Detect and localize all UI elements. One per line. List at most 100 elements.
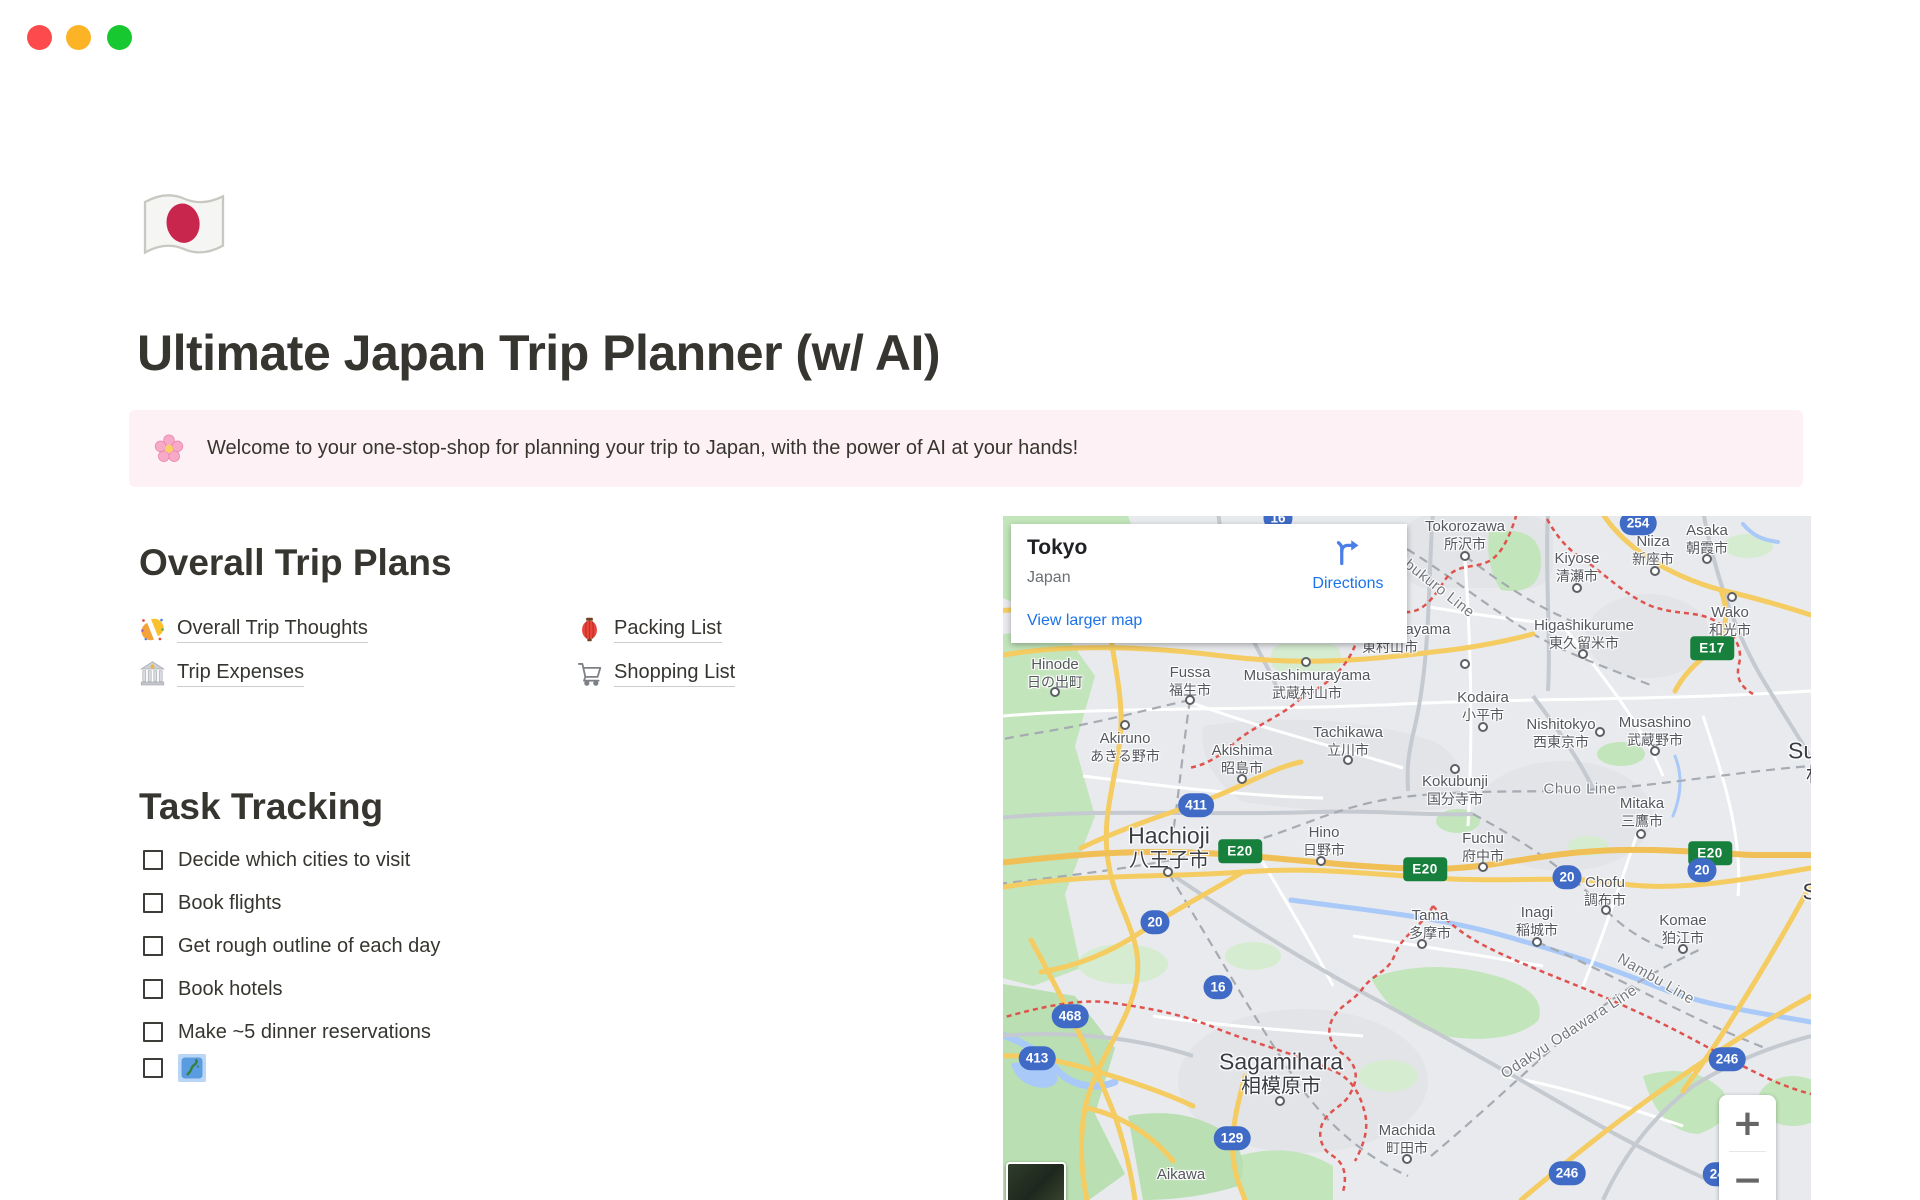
route-badge-413: 413	[1018, 1046, 1056, 1070]
todo-checkbox[interactable]	[143, 1058, 163, 1078]
map-label-fuchu: Fuchu 府中市	[1462, 830, 1504, 864]
map-rail-label-chuo-line: Chuo Line	[1543, 780, 1617, 798]
todo-label: Make ~5 dinner reservations	[178, 1020, 431, 1043]
map-label-mitaka: Mitaka 三鷹市	[1620, 795, 1664, 829]
map-place-dot	[1460, 551, 1470, 561]
map-place-dot	[1636, 829, 1646, 839]
map-place-dot	[1301, 657, 1311, 667]
map-place-dot	[1163, 867, 1173, 877]
route-badge-129: 129	[1213, 1126, 1251, 1150]
zoom-window-button[interactable]	[107, 25, 132, 50]
map-rail-label-odakyu-odawara-line: Odakyu Odawara Line	[1497, 981, 1641, 1083]
todo-label: Get rough outline of each day	[178, 934, 441, 957]
todo-checkbox[interactable]	[143, 1022, 163, 1042]
map-place-dot	[1601, 905, 1611, 915]
link-label: Shopping List	[614, 660, 736, 687]
trip-plan-links: Overall Trip Thoughts Packing List Trip …	[139, 612, 1013, 690]
todo-item: Decide which cities to visit	[139, 845, 440, 875]
todo-label: Decide which cities to visit	[178, 848, 411, 871]
route-badge-468: 468	[1051, 1004, 1089, 1028]
map-label-jp: 西東京市	[1532, 733, 1589, 750]
confetti-ball-emoji	[139, 616, 166, 643]
cherry-blossom-emoji	[153, 433, 185, 465]
link-label: Packing List	[614, 616, 722, 643]
map-label-en: Asaka	[1686, 521, 1728, 539]
map-label-en: Setagaya	[1802, 878, 1811, 905]
link-label: Overall Trip Thoughts	[177, 616, 368, 643]
map-label-musashimurayama: Musashimurayama 武蔵村山市	[1244, 667, 1371, 701]
map-label-asaka: Asaka 朝霞市	[1686, 522, 1728, 556]
map-place-dot	[1343, 755, 1353, 765]
map-place-dot	[1478, 862, 1488, 872]
todo-item: Book flights	[139, 888, 440, 918]
bank-emoji	[139, 660, 166, 687]
link-packing-list[interactable]: Packing List	[576, 612, 1013, 646]
zoom-in-button[interactable]: +	[1719, 1095, 1776, 1151]
map-label-en: Komae	[1659, 911, 1707, 929]
zoom-out-button[interactable]: −	[1719, 1152, 1776, 1200]
route-badge-254: 254	[1619, 516, 1657, 535]
japan-flag-emoji[interactable]	[137, 186, 231, 264]
map-label-sagamihara: Sagamihara 相模原市	[1219, 1049, 1343, 1100]
todo-item: Get rough outline of each day	[139, 931, 440, 961]
todo-list: Decide which cities to visit Book flight…	[139, 845, 440, 1096]
route-badge-e20: E20	[1218, 839, 1262, 863]
map-label-komae: Komae 狛江市	[1659, 912, 1707, 946]
route-badge-20: 20	[1687, 858, 1717, 882]
map-label-en: Hino	[1308, 823, 1340, 841]
map-place-dot	[1050, 687, 1060, 697]
link-overall-trip-thoughts[interactable]: Overall Trip Thoughts	[139, 612, 576, 646]
map-label-en: Sagamihara	[1218, 1048, 1344, 1075]
route-badge-e17: E17	[1690, 636, 1734, 660]
view-larger-map-link[interactable]: View larger map	[1027, 612, 1142, 630]
directions-button[interactable]: Directions	[1303, 536, 1393, 593]
todo-item	[139, 1053, 440, 1083]
link-shopping-list[interactable]: Shopping List	[576, 656, 1013, 690]
map-place-dot	[1478, 722, 1488, 732]
todo-checkbox[interactable]	[143, 893, 163, 913]
map-label-jp: 稲城市	[1516, 921, 1558, 938]
map-label-en: Tachikawa	[1312, 723, 1384, 741]
map-label-jp: 三鷹市	[1621, 812, 1663, 829]
map-place-dot	[1595, 727, 1605, 737]
map-place-dot	[1460, 659, 1470, 669]
map-label-en: Hachioji	[1128, 822, 1210, 849]
map-place-dot	[1402, 1154, 1412, 1164]
map-place-dot	[1578, 649, 1588, 659]
map-label-chofu: Chofu 調布市	[1584, 874, 1626, 908]
map-label-higashikurume: Higashikurume 東久留米市	[1534, 617, 1634, 651]
map-label-fussa: Fussa 福生市	[1169, 664, 1211, 698]
todo-checkbox[interactable]	[143, 936, 163, 956]
map-label-en: Chofu	[1584, 873, 1626, 891]
map-label-en: Aikawa	[1156, 1166, 1206, 1184]
map-label-setagaya: Setagaya世田谷区	[1802, 879, 1811, 930]
map-label-en: Nishitokyo	[1526, 715, 1596, 733]
satellite-view-toggle[interactable]	[1006, 1162, 1066, 1200]
todo-checkbox[interactable]	[143, 850, 163, 870]
map-place-dot	[1316, 856, 1326, 866]
map-label-musashino: Musashino 武蔵野市	[1619, 714, 1692, 748]
google-map-embed[interactable]: Tokorozawa 所沢市 Kiyose 清瀬市 Niiza 新座市 Asaka 朝霞市 Wa…	[1003, 516, 1811, 1200]
link-trip-expenses[interactable]: Trip Expenses	[139, 656, 576, 690]
route-badge-e20: E20	[1403, 857, 1447, 881]
todo-item: Book hotels	[139, 974, 440, 1004]
map-label-jp: 杉並区	[1788, 765, 1811, 789]
minimize-button[interactable]	[66, 25, 91, 50]
map-label-tama: Tama 多摩市	[1409, 907, 1451, 941]
close-button[interactable]	[27, 25, 52, 50]
todo-checkbox[interactable]	[143, 979, 163, 999]
route-badge-20: 20	[1552, 865, 1582, 889]
map-place-dot	[1450, 764, 1460, 774]
map-place-dot	[1532, 937, 1542, 947]
japan-map-emoji[interactable]	[178, 1054, 206, 1082]
shopping-cart-emoji	[576, 660, 603, 687]
map-label-en: Niiza	[1636, 532, 1670, 550]
todo-item: Make ~5 dinner reservations	[139, 1017, 440, 1047]
map-label-wako: Wako 和光市	[1709, 604, 1751, 638]
map-label-en: Akiruno	[1099, 729, 1151, 747]
route-badge-246: 246	[1708, 1047, 1746, 1071]
map-label-machida: Machida 町田市	[1379, 1122, 1436, 1156]
map-zoom-control: + −	[1719, 1095, 1776, 1200]
map-label-kokubunji: Kokubunji 国分寺市	[1422, 773, 1488, 807]
map-label-jp: 武蔵村山市	[1272, 684, 1342, 701]
